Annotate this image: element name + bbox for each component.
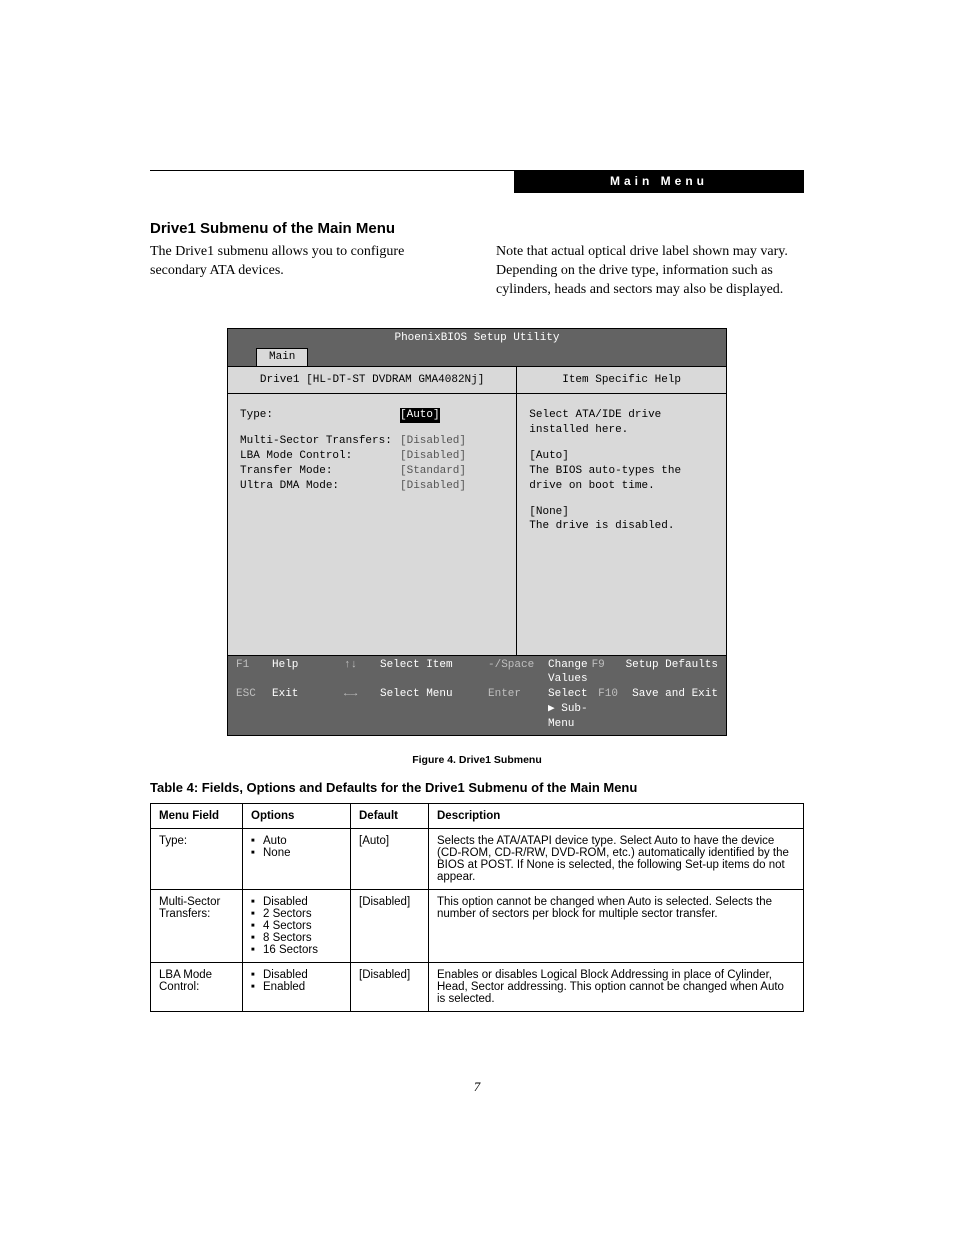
- figure-caption: Figure 4. Drive1 Submenu: [150, 754, 804, 766]
- option-item: 16 Sectors: [251, 944, 342, 956]
- bios-field-label: LBA Mode Control:: [240, 449, 400, 464]
- cell-default: [Disabled]: [351, 962, 429, 1011]
- header-section-tab: Main Menu: [514, 170, 804, 193]
- bios-title: PhoenixBIOS Setup Utility: [227, 328, 727, 348]
- table-header-row: Menu Field Options Default Description: [151, 803, 804, 828]
- cell-description: Selects the ATA/ATAPI device type. Selec…: [429, 828, 804, 889]
- bios-key-f1[interactable]: F1: [236, 658, 272, 688]
- th-description: Description: [429, 803, 804, 828]
- bios-action-submenu: Select ▶ Sub-Menu: [548, 687, 598, 732]
- bios-help-line: installed here.: [529, 423, 714, 438]
- bios-field-value[interactable]: [Disabled]: [400, 449, 466, 464]
- option-item: None: [251, 847, 342, 859]
- bios-help-line: [None]: [529, 505, 714, 520]
- bios-action-change: Change Values: [548, 658, 592, 688]
- table-row: Multi-Sector Transfers:Disabled2 Sectors…: [151, 889, 804, 962]
- bios-right-heading: Item Specific Help: [517, 367, 726, 395]
- bios-action-exit: Exit: [272, 687, 344, 732]
- bios-field-udma[interactable]: Ultra DMA Mode: [Disabled]: [240, 479, 504, 494]
- bios-help-text: Select ATA/IDE drive installed here. [Au…: [517, 394, 726, 654]
- table-caption: Table 4: Fields, Options and Defaults fo…: [150, 780, 804, 795]
- bios-field-label: Multi-Sector Transfers:: [240, 434, 400, 449]
- cell-menu-field: Multi-Sector Transfers:: [151, 889, 243, 962]
- bios-field-mst[interactable]: Multi-Sector Transfers: [Disabled]: [240, 434, 504, 449]
- bios-help-line: [Auto]: [529, 449, 714, 464]
- cell-options: Disabled2 Sectors4 Sectors8 Sectors16 Se…: [243, 889, 351, 962]
- bios-footer: F1 Help ↑↓ Select Item -/Space Change Va…: [227, 656, 727, 736]
- cell-menu-field: Type:: [151, 828, 243, 889]
- th-default: Default: [351, 803, 429, 828]
- bios-action-select-item: Select Item: [380, 658, 488, 688]
- cell-options: AutoNone: [243, 828, 351, 889]
- arrows-updown-icon: ↑↓: [344, 658, 380, 688]
- option-item: Disabled: [251, 896, 342, 908]
- bios-field-value[interactable]: [Standard]: [400, 464, 466, 479]
- bios-action-defaults: Setup Defaults: [626, 658, 718, 688]
- cell-options: DisabledEnabled: [243, 962, 351, 1011]
- bios-field-lba[interactable]: LBA Mode Control: [Disabled]: [240, 449, 504, 464]
- bios-help-line: The BIOS auto-types the: [529, 464, 714, 479]
- bios-field-type[interactable]: Type: [Auto]: [240, 408, 504, 423]
- bios-tabbar: Main: [227, 348, 727, 367]
- bios-tab-main[interactable]: Main: [256, 348, 308, 366]
- th-menu-field: Menu Field: [151, 803, 243, 828]
- intro-left: The Drive1 submenu allows you to configu…: [150, 243, 458, 300]
- bios-help-line: The drive is disabled.: [529, 519, 714, 534]
- bios-screenshot: PhoenixBIOS Setup Utility Main Drive1 [H…: [227, 328, 727, 736]
- section-heading: Drive1 Submenu of the Main Menu: [150, 220, 804, 237]
- bios-field-label: Ultra DMA Mode:: [240, 479, 400, 494]
- bios-action-select-menu: Select Menu: [380, 687, 488, 732]
- bios-key-f10[interactable]: F10: [598, 687, 632, 732]
- options-table: Menu Field Options Default Description T…: [150, 803, 804, 1012]
- bios-field-value[interactable]: [Disabled]: [400, 479, 466, 494]
- bios-field-xfer[interactable]: Transfer Mode: [Standard]: [240, 464, 504, 479]
- page-number: 7: [0, 1079, 954, 1095]
- bios-key-esc[interactable]: ESC: [236, 687, 272, 732]
- th-options: Options: [243, 803, 351, 828]
- table-row: Type:AutoNone[Auto]Selects the ATA/ATAPI…: [151, 828, 804, 889]
- arrows-leftright-icon: ←→: [344, 687, 380, 732]
- bios-help-line: drive on boot time.: [529, 479, 714, 494]
- bios-key-space[interactable]: -/Space: [488, 658, 548, 688]
- bios-field-label: Type:: [240, 408, 400, 423]
- bios-key-enter[interactable]: Enter: [488, 687, 548, 732]
- intro-right: Note that actual optical drive label sho…: [496, 243, 804, 300]
- option-item: Disabled: [251, 969, 342, 981]
- option-item: 8 Sectors: [251, 932, 342, 944]
- option-item: Auto: [251, 835, 342, 847]
- cell-description: This option cannot be changed when Auto …: [429, 889, 804, 962]
- bios-key-f9[interactable]: F9: [592, 658, 626, 688]
- option-item: 4 Sectors: [251, 920, 342, 932]
- cell-default: [Auto]: [351, 828, 429, 889]
- bios-action-save: Save and Exit: [632, 687, 718, 732]
- bios-field-value[interactable]: [Disabled]: [400, 434, 466, 449]
- bios-help-line: Select ATA/IDE drive: [529, 408, 714, 423]
- cell-menu-field: LBA Mode Control:: [151, 962, 243, 1011]
- table-row: LBA Mode Control:DisabledEnabled[Disable…: [151, 962, 804, 1011]
- bios-action-help: Help: [272, 658, 344, 688]
- bios-field-value[interactable]: [Auto]: [400, 408, 440, 423]
- bios-field-label: Transfer Mode:: [240, 464, 400, 479]
- option-item: 2 Sectors: [251, 908, 342, 920]
- cell-description: Enables or disables Logical Block Addres…: [429, 962, 804, 1011]
- cell-default: [Disabled]: [351, 889, 429, 962]
- bios-left-heading: Drive1 [HL-DT-ST DVDRAM GMA4082Nj]: [228, 367, 516, 395]
- option-item: Enabled: [251, 981, 342, 993]
